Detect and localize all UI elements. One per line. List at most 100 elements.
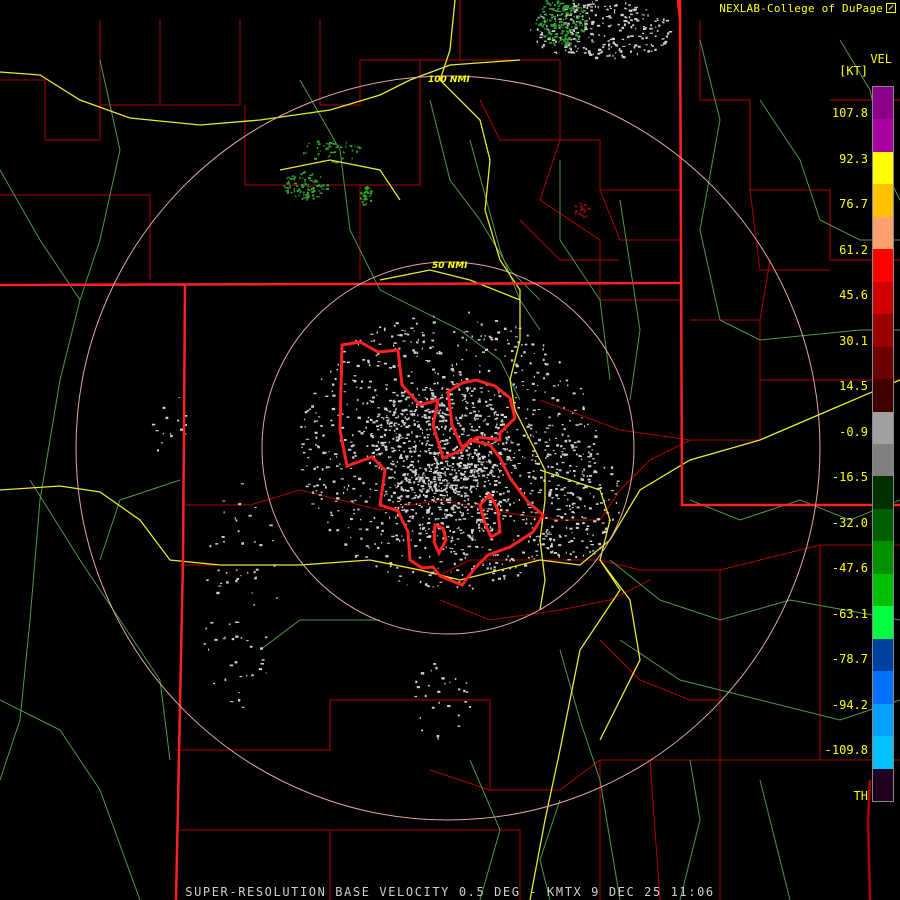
echo-pixel [650,43,652,46]
secondary-roads [0,39,900,900]
echo-pixel [391,335,394,338]
echo-pixel [475,355,477,357]
echo-pixel [206,579,209,582]
echo-pixel [656,18,659,20]
echo-pixel [433,476,437,478]
echo-pixel [246,640,249,642]
echo-pixel [630,35,634,37]
echo-pixel [450,398,454,401]
echo-pixel [393,405,395,407]
echo-pixel [556,415,559,417]
echo-pixel [539,36,543,39]
secondary-road [759,779,791,900]
link-icon[interactable] [886,3,896,13]
echo-pixel [490,567,492,570]
echo-pixel [388,441,390,444]
echo-pixel [436,735,440,738]
echo-pixel [436,535,439,537]
echo-pixel [369,418,372,421]
echo-pixel [548,491,552,494]
echo-pixel [421,347,423,350]
state-border [866,779,872,900]
echo-pixel [486,473,490,476]
echo-pixel [446,514,450,517]
echo-pixel [575,32,578,35]
echo-pixel [532,476,535,479]
echo-pixel [436,469,438,471]
echo-pixel [471,535,474,537]
echo-pixel [417,414,419,417]
echo-pixel [419,527,421,530]
echo-pixel [308,483,311,485]
echo-pixel [502,518,504,520]
echo-pixel [320,498,323,500]
echo-pixel [464,556,467,559]
echo-pixel [289,187,291,189]
echo-pixel [588,52,591,54]
echo-pixel [619,29,622,32]
echo-pixel [287,187,289,189]
echo-pixel [515,336,518,338]
echo-pixel [410,487,414,489]
echo-pixel [235,635,239,638]
echo-pixel [461,393,464,396]
echo-pixel [431,394,435,397]
echo-pixel [585,215,589,217]
echo-pixel [548,453,552,456]
echo-pixel [623,23,626,26]
echo-pixel [318,143,321,146]
echo-pixel [333,143,336,145]
echo-pixel [484,418,486,421]
echo-pixel [376,394,378,396]
echo-pixel [408,481,412,484]
echo-pixel [469,466,471,468]
echo-pixel [314,431,318,434]
echo-pixel [424,397,427,399]
echo-pixel [555,19,557,22]
echo-pixel [378,452,382,456]
county-border [519,219,620,261]
echo-pixel [576,25,578,28]
echo-pixel [428,503,430,505]
echo-pixel [488,451,493,453]
echo-pixel [584,20,587,22]
echo-pixel [405,455,409,458]
echo-pixel [421,442,424,445]
echo-pixel [592,534,594,537]
echo-pixel [565,551,567,554]
echo-pixel [471,529,474,532]
echo-pixel [513,519,515,522]
echo-pixel [356,152,358,154]
echo-pixel [565,505,569,507]
echo-pixel [645,44,648,46]
echo-pixel [545,13,547,16]
echo-pixel [530,427,533,430]
echo-pixel [410,508,415,511]
echo-pixel [454,479,456,482]
echo-pixel [574,210,577,213]
echo-pixel [432,332,435,334]
echo-pixel [512,383,515,386]
echo-pixel [430,481,433,484]
echo-pixel [331,424,335,427]
echo-pixel [343,391,346,393]
echo-pixel [415,512,417,515]
echo-pixel [442,433,445,436]
echo-pixel [311,173,314,176]
echo-pixel [473,387,476,390]
echo-pixel [380,533,382,536]
echo-pixel [570,42,572,45]
echo-pixel [365,545,369,547]
echo-pixel [444,471,446,473]
echo-pixel [384,494,386,497]
echo-pixel [601,522,605,524]
echo-pixel [389,516,391,519]
echo-pixel [378,467,380,469]
echo-pixel [301,446,303,449]
echo-pixel [564,440,568,443]
echo-pixel [581,473,584,476]
echo-pixel [538,438,541,442]
secondary-road [559,649,621,900]
echo-pixel [456,538,460,540]
echo-pixel [404,503,408,505]
